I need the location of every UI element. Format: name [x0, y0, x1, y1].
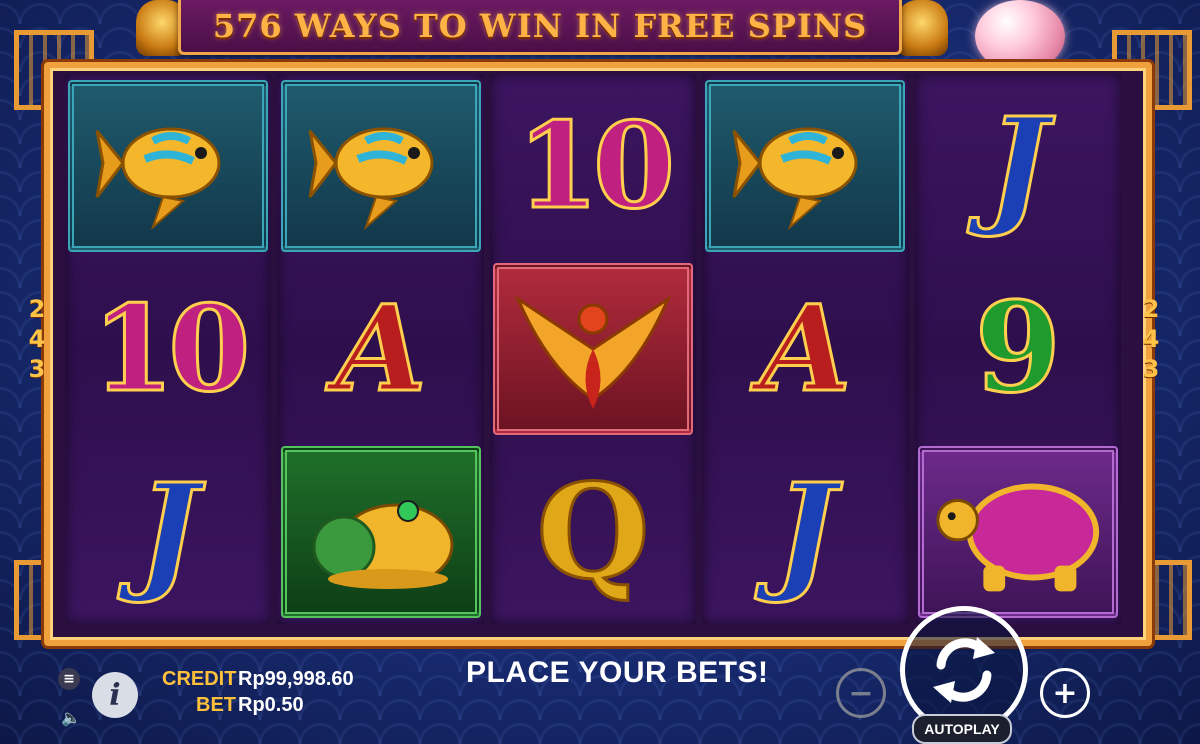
- bet-value: Rp0.50: [238, 694, 304, 716]
- reel-cell: [277, 74, 483, 257]
- ways-indicator-left: 2 4 3: [26, 294, 48, 384]
- reel-cell: [915, 441, 1121, 624]
- symbol-q: Q: [535, 455, 651, 609]
- reel-2: A: [277, 74, 484, 624]
- golden-toad-symbol: [280, 446, 481, 619]
- symbol-j: J: [774, 457, 838, 608]
- reel-cell: [65, 74, 271, 257]
- ways-digit: 2: [1142, 295, 1160, 323]
- reel-cell: J: [915, 74, 1121, 257]
- reel-cell: 10: [65, 257, 271, 440]
- increase-bet-button[interactable]: +: [1040, 668, 1090, 718]
- reel-cell: [490, 257, 696, 440]
- refresh-arrows-icon: [933, 637, 995, 703]
- ways-digit: 3: [28, 355, 46, 383]
- reel-grid: 10 J A 10 Q A J J 9: [62, 74, 1124, 624]
- symbol-j: J: [136, 457, 200, 608]
- symbol-10: 10: [91, 278, 252, 418]
- reel-cell: 10: [490, 74, 696, 257]
- symbol-9: 9: [973, 275, 1062, 421]
- ways-digit: 3: [1142, 355, 1160, 383]
- autoplay-button[interactable]: AUTOPLAY: [912, 714, 1012, 744]
- speaker-icon[interactable]: 🔈: [60, 706, 82, 728]
- status-message: PLACE YOUR BETS!: [466, 656, 769, 689]
- reel-cell: [277, 441, 483, 624]
- reel-cell: Q: [490, 441, 696, 624]
- symbol-a: A: [333, 278, 428, 418]
- control-bar: ≡ i 🔈 CREDIT Rp99,998.60 BET Rp0.50 PLAC…: [0, 606, 1200, 744]
- credit-value: Rp99,998.60: [238, 668, 354, 690]
- koi-fish-symbol: [280, 79, 481, 252]
- reel-cell: J: [702, 441, 908, 624]
- reel-3: 10 Q: [489, 74, 697, 624]
- reel-cell: 9: [915, 257, 1121, 440]
- bet-label: BET: [196, 694, 236, 716]
- symbol-10: 10: [515, 95, 676, 235]
- foo-dog-statue-right: [896, 0, 948, 56]
- banner-title: 576 WAYS TO WIN IN FREE SPINS: [212, 7, 868, 45]
- ways-indicator-right: 2 4 3: [1140, 294, 1162, 384]
- ways-digit: 2: [28, 295, 46, 323]
- reel-1: 10 J: [65, 74, 272, 624]
- credit-label: CREDIT: [162, 668, 237, 690]
- reel-4: AJ: [702, 74, 909, 624]
- ways-digit: 4: [28, 325, 46, 353]
- info-icon[interactable]: i: [92, 672, 138, 718]
- koi-fish-symbol: [705, 79, 906, 252]
- turtle-symbol: [917, 446, 1118, 619]
- koi-fish-symbol: [68, 79, 269, 252]
- symbol-a: A: [758, 278, 853, 418]
- reel-5: J9: [914, 74, 1122, 624]
- title-banner: 576 WAYS TO WIN IN FREE SPINS: [178, 0, 902, 55]
- reel-cell: A: [702, 257, 908, 440]
- ways-digit: 4: [1142, 325, 1160, 353]
- menu-icon[interactable]: ≡: [58, 668, 80, 690]
- reel-cell: [702, 74, 908, 257]
- decrease-bet-button[interactable]: −: [836, 668, 886, 718]
- reel-cell: J: [65, 441, 271, 624]
- phoenix-symbol: [493, 262, 694, 435]
- reel-cell: A: [277, 257, 483, 440]
- symbol-j: J: [986, 90, 1050, 241]
